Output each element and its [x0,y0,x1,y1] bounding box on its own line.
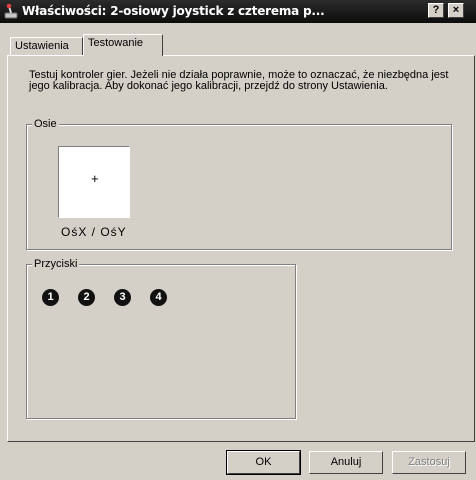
close-button[interactable]: × [448,3,464,18]
apply-button[interactable]: Zastosuj [392,451,466,474]
buttons-group: Przyciski [26,258,296,419]
joystick-button-2-icon: 2 [78,289,95,306]
joystick-button-1-icon: 1 [42,289,59,306]
window-title: Właściwości: 2-osiowy joystick z czterem… [22,4,325,18]
ok-button[interactable]: OK [226,450,301,475]
joystick-button-4-icon: 4 [150,289,167,306]
help-button[interactable]: ? [428,3,444,18]
joystick-button-3-icon: 3 [114,289,131,306]
axes-group-label: Osie [32,118,59,130]
crosshair-icon: + [91,171,99,186]
joystick-icon [4,3,18,19]
description-text: Testuj kontroler gier. Jeżeli nie działa… [29,69,449,92]
tab-ustawienia[interactable]: Ustawienia [10,37,83,55]
tab-testowanie[interactable]: Testowanie [83,34,163,56]
buttons-group-label: Przyciski [32,258,80,270]
axis-label: OśX / OśY [61,225,127,239]
cancel-button[interactable]: Anuluj [309,451,383,474]
axis-display: + [58,146,130,218]
title-bar: Właściwości: 2-osiowy joystick z czterem… [0,0,476,23]
